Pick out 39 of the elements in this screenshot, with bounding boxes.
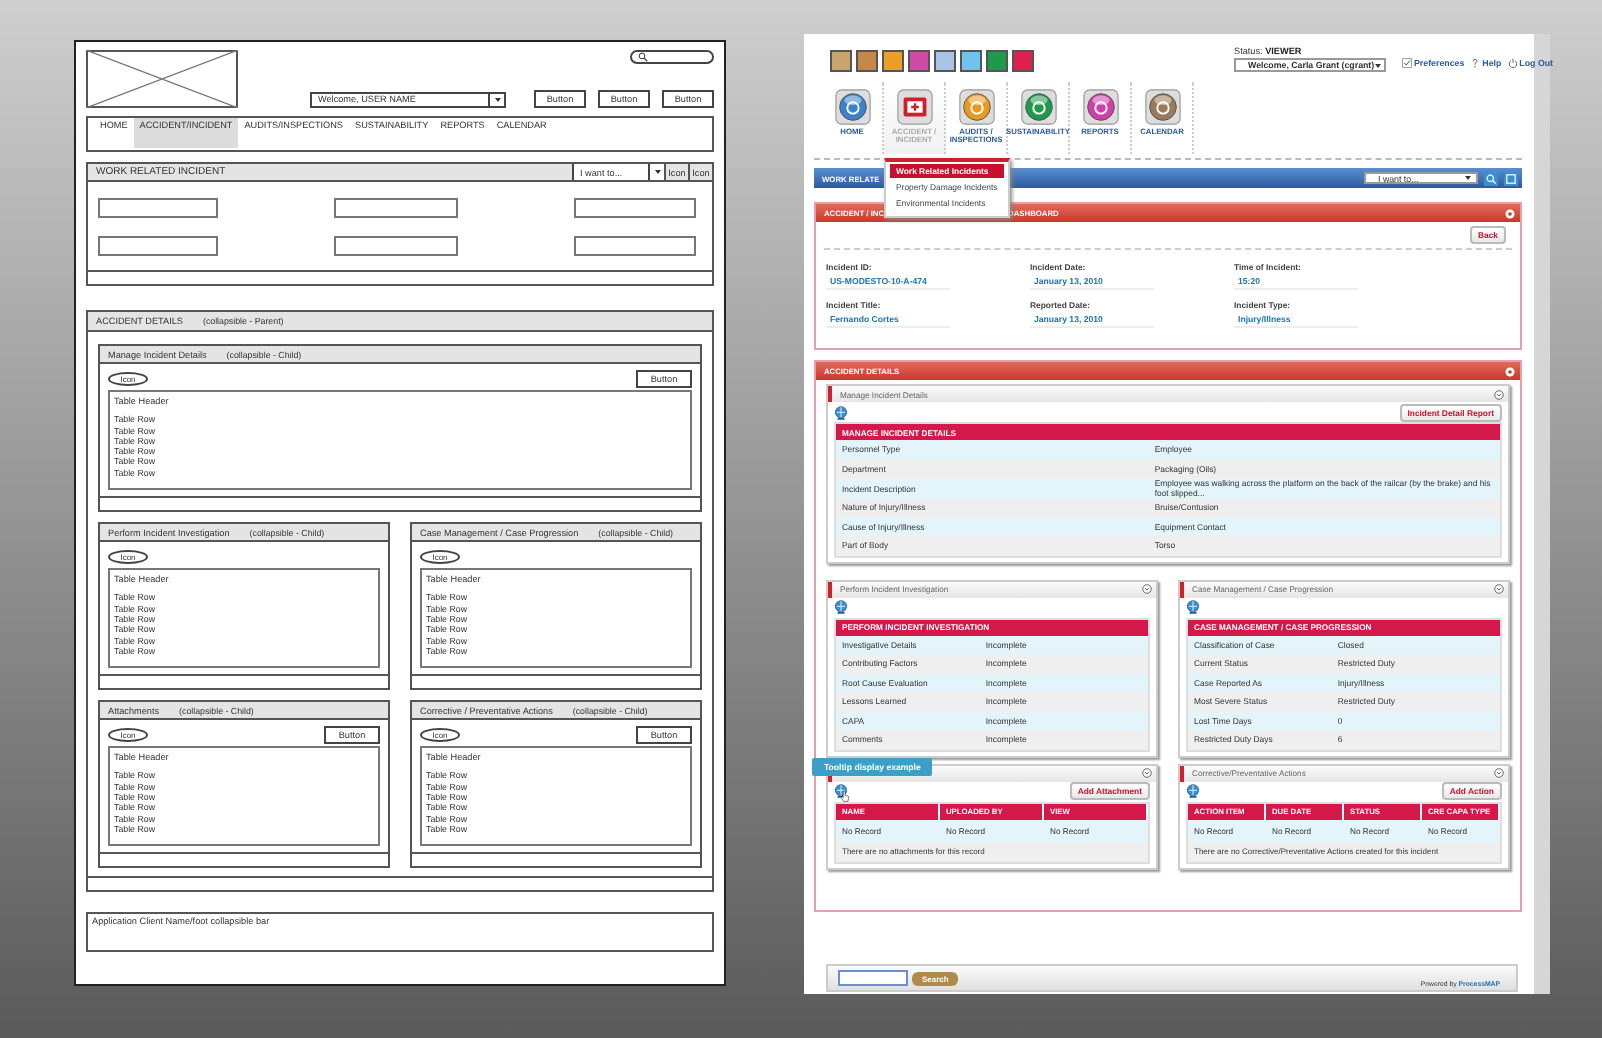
theme-swatch[interactable] xyxy=(908,50,930,72)
input-field[interactable] xyxy=(98,236,218,256)
collapse-icon[interactable] xyxy=(1142,768,1152,778)
caret-icon xyxy=(653,168,661,176)
input-field[interactable] xyxy=(334,198,458,218)
collapse-icon[interactable] xyxy=(1142,584,1152,594)
search-field[interactable] xyxy=(630,50,714,64)
input-field[interactable] xyxy=(574,198,696,218)
help-icon xyxy=(1470,58,1481,68)
gear-icon[interactable] xyxy=(1504,365,1516,377)
theme-swatch[interactable] xyxy=(960,50,982,72)
collapse-icon[interactable] xyxy=(1494,768,1504,778)
globe-icon[interactable] xyxy=(834,600,848,614)
search-icon xyxy=(638,52,648,62)
theme-swatch[interactable] xyxy=(882,50,904,72)
power-icon xyxy=(1507,58,1518,68)
caret-icon xyxy=(1374,61,1383,69)
search-icon[interactable] xyxy=(1484,171,1498,185)
caret-icon xyxy=(493,95,501,103)
globe-icon[interactable] xyxy=(1186,784,1200,798)
checkbox-icon xyxy=(1402,58,1412,68)
theme-swatch[interactable] xyxy=(830,50,852,72)
input-field[interactable] xyxy=(334,236,458,256)
gear-icon[interactable] xyxy=(1504,207,1516,219)
theme-swatch[interactable] xyxy=(986,50,1008,72)
input-field[interactable] xyxy=(98,198,218,218)
globe-icon[interactable] xyxy=(834,405,848,419)
first-aid-icon xyxy=(895,88,933,126)
collapse-icon[interactable] xyxy=(1494,584,1504,594)
window-icon[interactable] xyxy=(1504,171,1518,185)
theme-swatch[interactable] xyxy=(856,50,878,72)
hand-cursor-icon xyxy=(840,789,850,801)
input-field[interactable] xyxy=(574,236,696,256)
theme-swatch[interactable] xyxy=(934,50,956,72)
theme-swatch[interactable] xyxy=(1012,50,1034,72)
search-field[interactable] xyxy=(838,970,908,986)
globe-icon[interactable] xyxy=(1186,600,1200,614)
caret-icon xyxy=(1464,174,1472,182)
collapse-icon[interactable] xyxy=(1494,389,1504,399)
